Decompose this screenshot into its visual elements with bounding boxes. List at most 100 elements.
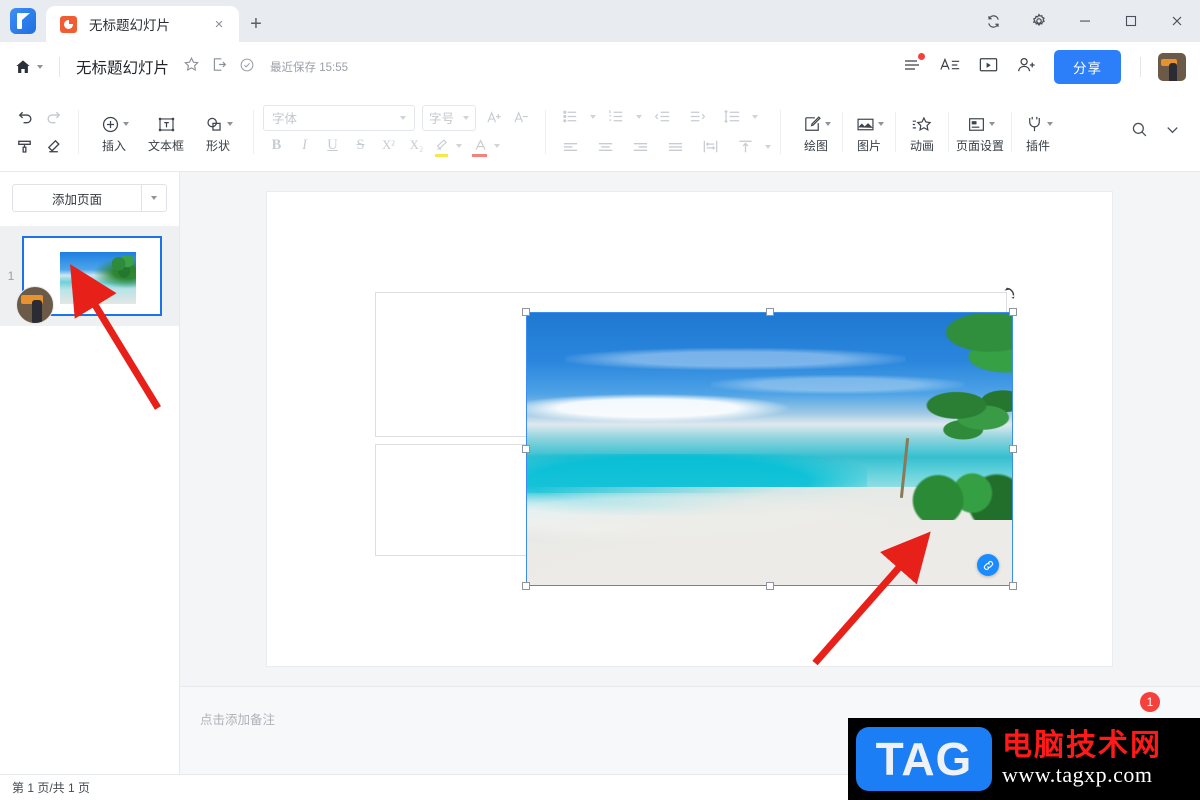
document-actions: 最近保存 15:55 bbox=[183, 56, 348, 78]
new-tab-button[interactable]: + bbox=[239, 6, 273, 42]
page-title[interactable]: 无标题幻灯片 bbox=[76, 56, 169, 78]
selection-border bbox=[526, 312, 1013, 586]
subscript-button[interactable]: X₂ bbox=[403, 133, 430, 159]
resize-handle-nw[interactable] bbox=[522, 308, 530, 316]
document-header-right: 分享 bbox=[902, 50, 1186, 84]
draw-button[interactable]: 绘图 bbox=[790, 101, 842, 163]
invite-user-icon[interactable] bbox=[1016, 55, 1037, 80]
shape-button[interactable]: 形状 bbox=[192, 101, 244, 163]
list-item[interactable]: 1 bbox=[0, 236, 179, 324]
share-button[interactable]: 分享 bbox=[1054, 50, 1121, 84]
increase-indent-icon[interactable] bbox=[682, 103, 712, 131]
vertical-align-icon[interactable] bbox=[730, 133, 760, 161]
avatar[interactable] bbox=[1158, 53, 1186, 81]
ribbon-group-objects: 绘图 图片 动画 页面设置 插件 bbox=[781, 100, 1073, 164]
align-right-icon[interactable] bbox=[625, 133, 655, 161]
add-page-caret-icon[interactable] bbox=[141, 184, 167, 212]
slide-canvas[interactable] bbox=[267, 192, 1112, 666]
wps-logo-icon bbox=[10, 8, 36, 34]
font-family-caret-icon bbox=[400, 115, 406, 120]
insert-button[interactable]: 插入 bbox=[88, 101, 140, 163]
resize-handle-w[interactable] bbox=[522, 445, 530, 453]
picture-button[interactable]: 图片 bbox=[843, 101, 895, 163]
export-icon[interactable] bbox=[211, 56, 228, 78]
increase-font-size-button[interactable] bbox=[482, 105, 509, 131]
close-button[interactable] bbox=[1154, 0, 1200, 42]
canvas-area bbox=[180, 172, 1200, 686]
menu-notification-dot bbox=[918, 52, 925, 60]
draw-label: 绘图 bbox=[803, 139, 828, 153]
strikethrough-button[interactable]: S bbox=[347, 133, 374, 159]
bullet-list-icon[interactable] bbox=[555, 103, 585, 131]
menu-icon[interactable] bbox=[902, 52, 925, 80]
avatar-divider bbox=[1140, 57, 1141, 77]
plugin-button[interactable]: 插件 bbox=[1012, 101, 1064, 163]
slide-list: 1 bbox=[0, 226, 179, 326]
font-family-select[interactable]: 字体 bbox=[263, 104, 415, 131]
ribbon-group-history bbox=[0, 100, 78, 164]
font-size-caret-icon bbox=[463, 115, 469, 120]
resize-handle-ne[interactable] bbox=[1009, 308, 1017, 316]
column-icon[interactable] bbox=[695, 133, 725, 161]
resize-handle-se[interactable] bbox=[1009, 582, 1017, 590]
add-page-button[interactable]: 添加页面 bbox=[12, 184, 141, 212]
text-outline-icon[interactable] bbox=[939, 55, 961, 80]
clear-format-button[interactable] bbox=[39, 133, 69, 161]
highlight-caret-icon bbox=[456, 143, 462, 148]
minimize-button[interactable] bbox=[1062, 0, 1108, 42]
tab-close-icon[interactable]: × bbox=[209, 14, 229, 34]
line-spacing-icon[interactable] bbox=[717, 103, 747, 131]
app-logo bbox=[0, 0, 46, 42]
textbox-button[interactable]: 文本框 bbox=[140, 101, 192, 163]
underline-button[interactable]: U bbox=[319, 133, 346, 159]
document-tab[interactable]: 无标题幻灯片 × bbox=[46, 6, 239, 42]
resize-handle-s[interactable] bbox=[765, 582, 774, 590]
home-button[interactable] bbox=[14, 58, 43, 76]
align-left-icon[interactable] bbox=[555, 133, 585, 161]
notes-left-filler bbox=[0, 686, 180, 774]
watermark-site-name: 电脑技术网 bbox=[1002, 729, 1162, 763]
align-center-icon[interactable] bbox=[590, 133, 620, 161]
shape-label: 形状 bbox=[205, 139, 230, 153]
format-painter-button[interactable] bbox=[9, 133, 39, 161]
add-page-group: 添加页面 bbox=[0, 172, 179, 212]
page-setup-button[interactable]: 页面设置 bbox=[949, 101, 1011, 163]
header-divider bbox=[59, 57, 60, 77]
numbered-list-icon[interactable] bbox=[601, 103, 631, 131]
ribbon-right-actions bbox=[1130, 120, 1182, 144]
redo-button[interactable] bbox=[39, 103, 69, 131]
align-justify-icon[interactable] bbox=[660, 133, 690, 161]
font-size-select[interactable]: 字号 bbox=[422, 104, 476, 131]
animation-button[interactable]: 动画 bbox=[896, 101, 948, 163]
presentation-favicon-icon bbox=[60, 15, 77, 33]
favorite-star-icon[interactable] bbox=[183, 56, 200, 78]
resize-handle-n[interactable] bbox=[765, 308, 774, 316]
decrease-font-size-button[interactable] bbox=[509, 105, 536, 131]
ribbon-group-font: 字体 字号 B I U S X² X₂ bbox=[254, 100, 545, 164]
plugin-label: 插件 bbox=[1025, 139, 1050, 153]
superscript-button[interactable]: X² bbox=[375, 133, 402, 159]
decrease-indent-icon[interactable] bbox=[647, 103, 677, 131]
sync-icon[interactable] bbox=[970, 0, 1016, 42]
highlight-color-button[interactable] bbox=[431, 133, 455, 159]
resize-handle-sw[interactable] bbox=[522, 582, 530, 590]
resize-handle-e[interactable] bbox=[1009, 445, 1017, 453]
selected-image-object[interactable] bbox=[522, 287, 1017, 590]
link-icon[interactable] bbox=[977, 554, 999, 576]
font-family-value: 字体 bbox=[272, 112, 298, 126]
search-icon[interactable] bbox=[1130, 120, 1149, 144]
numbered-caret-icon bbox=[636, 114, 642, 119]
maximize-button[interactable] bbox=[1108, 0, 1154, 42]
textbox-icon bbox=[158, 117, 174, 131]
italic-button[interactable]: I bbox=[291, 133, 318, 159]
bold-button[interactable]: B bbox=[263, 133, 290, 159]
undo-button[interactable] bbox=[9, 103, 39, 131]
present-icon[interactable] bbox=[978, 55, 999, 80]
rotate-icon[interactable] bbox=[1001, 284, 1021, 304]
slide-thumbnail-1[interactable] bbox=[16, 236, 162, 324]
chevron-down-icon[interactable] bbox=[1163, 120, 1182, 144]
picture-caret-icon bbox=[877, 122, 884, 126]
settings-gear-icon[interactable] bbox=[1016, 0, 1062, 42]
animation-label: 动画 bbox=[909, 139, 934, 153]
font-color-button[interactable] bbox=[469, 133, 493, 159]
